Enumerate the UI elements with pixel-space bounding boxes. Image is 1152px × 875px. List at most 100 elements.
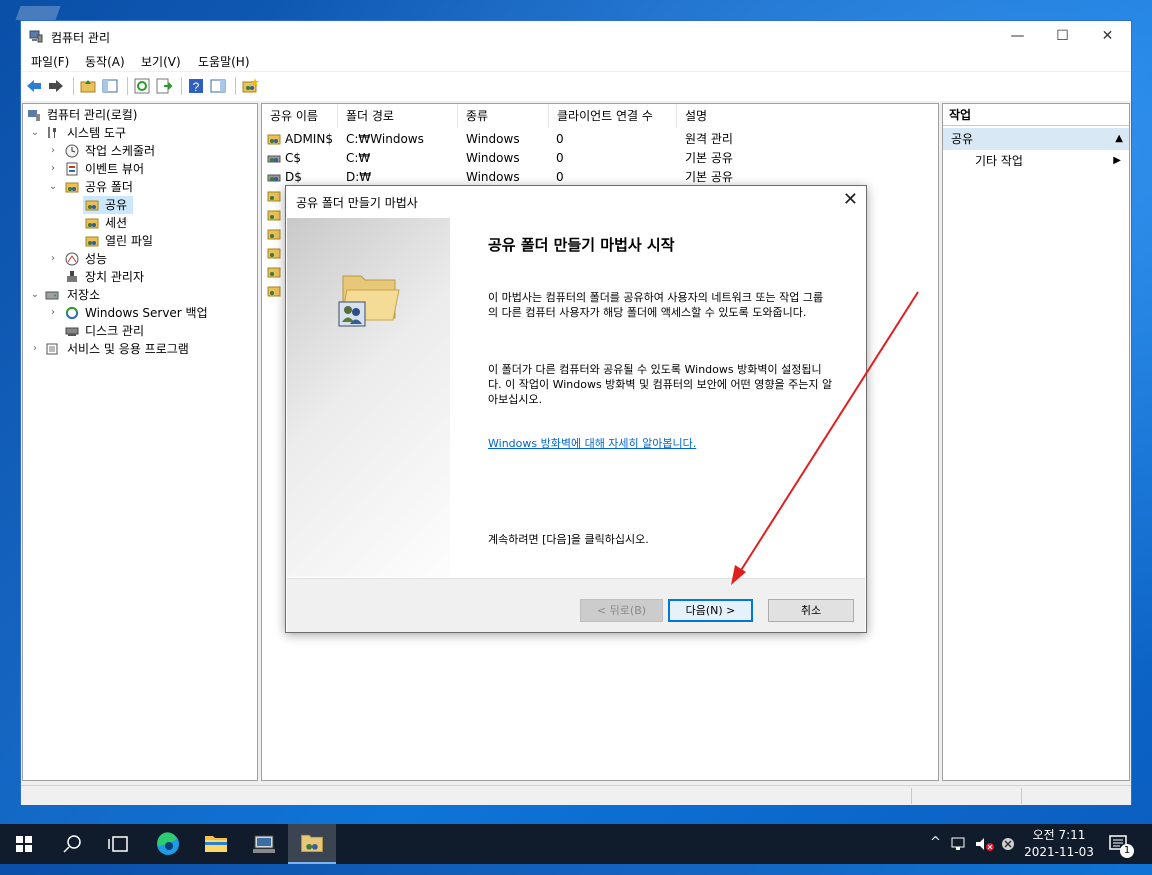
- create-shared-folder-wizard-dialog: 공유 폴더 만들기 마법사 ✕ 공유 폴더 만들기 마법사 시작 이 마법사는 …: [285, 185, 867, 633]
- cell-folder-path: C:₩: [346, 151, 371, 165]
- volume-muted-icon[interactable]: [974, 836, 996, 852]
- column-header-description[interactable]: 설명: [677, 104, 837, 128]
- collapse-triangle-icon[interactable]: ▲: [1115, 128, 1123, 150]
- cell-type: Windows: [466, 151, 520, 165]
- wizard-side-panel: [287, 218, 450, 577]
- network-icon[interactable]: [950, 836, 968, 852]
- actions-more-label: 기타 작업: [975, 154, 1023, 168]
- start-windows-icon[interactable]: [0, 824, 48, 864]
- tree-item-services-apps[interactable]: › 서비스 및 응용 프로그램: [23, 340, 257, 358]
- show-hide-action-pane-icon[interactable]: [209, 77, 227, 95]
- back-button[interactable]: < 뒤로(B): [580, 599, 663, 622]
- tree-item-event-viewer[interactable]: › 이벤트 뷰어: [23, 160, 257, 178]
- cancel-button[interactable]: 취소: [768, 599, 854, 622]
- chevron-down-icon[interactable]: ⌄: [47, 178, 59, 196]
- tree-item-system-tools[interactable]: ⌄ 시스템 도구: [23, 124, 257, 142]
- cell-clients: 0: [556, 132, 564, 146]
- tree-item-task-scheduler[interactable]: › 작업 스케줄러: [23, 142, 257, 160]
- device-manager-icon: [67, 271, 77, 282]
- column-header-folder-path[interactable]: 폴더 경로: [338, 104, 458, 128]
- tree-item-storage[interactable]: ⌄ 저장소: [23, 286, 257, 304]
- system-clock[interactable]: 오전 7:11 2021-11-03: [1014, 827, 1104, 861]
- cell-description: 기본 공유: [685, 151, 733, 165]
- chevron-down-icon[interactable]: ⌄: [29, 124, 41, 142]
- show-hide-console-tree-icon[interactable]: [101, 77, 119, 95]
- disk-icon: [65, 327, 79, 336]
- shared-folder-icon: [85, 218, 99, 229]
- tree-item-root[interactable]: 컴퓨터 관리(로컬): [23, 106, 257, 124]
- server-manager-icon[interactable]: [240, 824, 288, 864]
- firewall-learn-more-link[interactable]: Windows 방화벽에 대해 자세히 알아봅니다.: [488, 435, 696, 451]
- submenu-arrow-icon: ▶: [1113, 155, 1121, 166]
- dialog-close-button[interactable]: ✕: [843, 189, 858, 210]
- tree-item-label: 세션: [105, 216, 128, 230]
- file-explorer-icon[interactable]: [192, 824, 240, 864]
- chevron-right-icon[interactable]: ›: [47, 160, 59, 178]
- tree-item-shares-selected[interactable]: 공유: [83, 196, 133, 214]
- tree-item-label: 장치 관리자: [85, 270, 145, 284]
- desktop-recycle-bin-icon[interactable]: [15, 6, 61, 20]
- show-hidden-icons-chevron-icon[interactable]: ^: [930, 835, 941, 875]
- actions-section-shares[interactable]: 공유 ▲: [943, 128, 1129, 150]
- column-header-share-name[interactable]: 공유 이름: [262, 104, 338, 128]
- clock-time: 오전 7:11: [1032, 828, 1086, 842]
- title-bar[interactable]: 컴퓨터 관리 — ☐ ✕: [21, 21, 1131, 51]
- computer-management-taskbar-icon[interactable]: [288, 824, 336, 864]
- chevron-down-icon[interactable]: ⌄: [29, 286, 41, 304]
- task-view-icon[interactable]: [96, 824, 144, 864]
- menu-file[interactable]: 파일(F): [31, 53, 69, 70]
- wizard-paragraph-firewall: 이 폴더가 다른 컴퓨터와 공유될 수 있도록 Windows 방화벽이 설정됩…: [488, 363, 833, 406]
- menu-help[interactable]: 도움말(H): [198, 53, 250, 70]
- new-share-icon[interactable]: [241, 77, 259, 95]
- chevron-right-icon[interactable]: ›: [47, 304, 59, 322]
- tree-item-shared-folders[interactable]: ⌄ 공유 폴더: [23, 178, 257, 196]
- edge-browser-icon[interactable]: [144, 824, 192, 864]
- shared-folder-icon: [267, 210, 281, 221]
- search-icon[interactable]: [48, 824, 96, 864]
- back-arrow-icon[interactable]: [25, 77, 43, 95]
- next-button[interactable]: 다음(N) >: [668, 599, 753, 622]
- menu-view[interactable]: 보기(V): [141, 53, 181, 70]
- close-button[interactable]: ✕: [1085, 21, 1130, 51]
- actions-more-actions[interactable]: 기타 작업 ▶: [943, 150, 1129, 172]
- column-header-client-connections[interactable]: 클라이언트 연결 수: [549, 104, 677, 128]
- minimize-button[interactable]: —: [995, 21, 1040, 51]
- menu-action[interactable]: 동작(A): [85, 53, 125, 70]
- computer-management-icon: [28, 110, 40, 121]
- refresh-icon[interactable]: [133, 77, 151, 95]
- up-folder-icon[interactable]: [79, 77, 97, 95]
- shared-folder-wizard-icon: [338, 275, 400, 327]
- table-row[interactable]: ADMIN$ C:₩Windows Windows 0 원격 관리: [262, 130, 938, 149]
- notification-count-badge: 1: [1120, 844, 1134, 858]
- tree-item-windows-server-backup[interactable]: › Windows Server 백업: [23, 304, 257, 322]
- shared-folder-icon: [85, 200, 99, 211]
- chevron-right-icon[interactable]: ›: [47, 250, 59, 268]
- chevron-right-icon[interactable]: ›: [47, 142, 59, 160]
- tree-item-device-manager[interactable]: 장치 관리자: [23, 268, 257, 286]
- forward-arrow-icon[interactable]: [47, 77, 65, 95]
- shared-folder-icon: [267, 191, 281, 202]
- backup-icon: [65, 306, 79, 320]
- help-icon[interactable]: ?: [187, 77, 205, 95]
- svg-text:?: ?: [193, 80, 200, 94]
- chevron-right-icon[interactable]: ›: [29, 340, 41, 358]
- cell-share-name: ADMIN$: [285, 132, 333, 146]
- tree-item-label: 시스템 도구: [67, 126, 127, 140]
- dialog-title: 공유 폴더 만들기 마법사: [296, 196, 418, 210]
- actions-header: 작업: [943, 104, 1129, 126]
- tree-item-label: 공유 폴더: [85, 180, 133, 194]
- actions-pane: 작업 공유 ▲ 기타 작업 ▶: [942, 103, 1130, 781]
- tree-item-disk-management[interactable]: 디스크 관리: [23, 322, 257, 340]
- export-list-icon[interactable]: [155, 77, 173, 95]
- tree-item-performance[interactable]: › 성능: [23, 250, 257, 268]
- clock-date: 2021-11-03: [1024, 845, 1094, 859]
- performance-icon: [65, 252, 79, 266]
- tree-item-label: 컴퓨터 관리(로컬): [47, 108, 138, 122]
- storage-icon: [45, 291, 59, 300]
- tree-item-sessions[interactable]: 세션: [83, 214, 257, 232]
- tree-item-label: 저장소: [67, 288, 101, 302]
- column-header-type[interactable]: 종류: [458, 104, 549, 128]
- table-row[interactable]: C$ C:₩ Windows 0 기본 공유: [262, 149, 938, 168]
- maximize-button[interactable]: ☐: [1040, 21, 1085, 51]
- tree-item-open-files[interactable]: 열린 파일: [83, 232, 257, 250]
